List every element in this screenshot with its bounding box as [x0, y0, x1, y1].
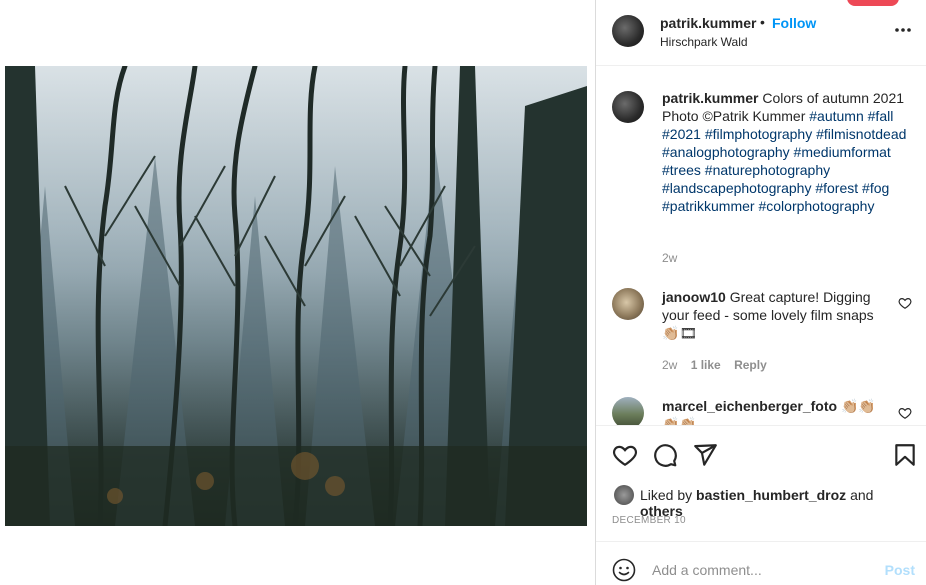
- add-comment-bar: Post: [596, 541, 926, 585]
- commenter-avatar[interactable]: [612, 288, 644, 320]
- commenter-avatar[interactable]: [612, 397, 644, 425]
- comment-username[interactable]: marcel_eichenberger_foto: [662, 398, 837, 414]
- comment-username[interactable]: janoow10: [662, 289, 726, 305]
- caption-author-avatar[interactable]: [612, 91, 644, 123]
- follow-button[interactable]: Follow: [772, 15, 816, 31]
- reply-button[interactable]: Reply: [734, 358, 767, 372]
- header-separator: •: [760, 14, 765, 30]
- author-username[interactable]: patrik.kummer: [660, 15, 756, 31]
- emoji-icon[interactable]: [612, 558, 636, 582]
- comment-body: marcel_eichenberger_foto 👏🏼👏🏼👏🏼👏🏼: [662, 397, 890, 425]
- comment-input[interactable]: [652, 560, 872, 580]
- heart-icon[interactable]: [612, 442, 638, 468]
- liker-avatar[interactable]: [614, 485, 634, 505]
- comment-item: janoow10 Great capture! Digging your fee…: [612, 288, 912, 378]
- post-media-pane: [0, 0, 595, 585]
- bookmark-icon[interactable]: [892, 442, 918, 468]
- comment-like-heart-icon[interactable]: [898, 406, 912, 420]
- likes-summary: Liked by bastien_humbert_droz and others: [612, 484, 912, 519]
- liker-username[interactable]: bastien_humbert_droz: [696, 487, 846, 503]
- caption-time[interactable]: 2w: [662, 251, 677, 265]
- foggy-forest-image: [5, 66, 587, 526]
- comment-meta: 2w 1 like Reply: [662, 358, 767, 372]
- comments-section[interactable]: patrik.kummer Colors of autumn 2021 Phot…: [596, 67, 926, 425]
- likes-prefix: Liked by: [640, 487, 693, 503]
- more-horizontal-icon[interactable]: [893, 20, 913, 40]
- post-header: patrik.kummer • Follow Hirschpark Wald: [596, 0, 926, 66]
- comment-item: marcel_eichenberger_foto 👏🏼👏🏼👏🏼👏🏼: [612, 397, 912, 425]
- post-sidebar: patrik.kummer • Follow Hirschpark Wald p…: [595, 0, 926, 585]
- post-photo[interactable]: [5, 66, 587, 526]
- comment-body: janoow10 Great capture! Digging your fee…: [662, 288, 890, 342]
- post-comment-button[interactable]: Post: [885, 562, 915, 578]
- caption-username[interactable]: patrik.kummer: [662, 90, 758, 106]
- comment-icon[interactable]: [652, 442, 678, 468]
- comment-time[interactable]: 2w: [662, 358, 677, 372]
- share-icon[interactable]: [692, 442, 718, 468]
- post-location[interactable]: Hirschpark Wald: [660, 35, 748, 49]
- comment-likes[interactable]: 1 like: [691, 358, 721, 372]
- comment-like-heart-icon[interactable]: [898, 296, 912, 310]
- post-date[interactable]: DECEMBER 10: [612, 515, 686, 526]
- author-avatar[interactable]: [612, 15, 644, 47]
- likes-middle: and: [850, 487, 874, 503]
- caption-text: patrik.kummer Colors of autumn 2021 Phot…: [662, 89, 912, 215]
